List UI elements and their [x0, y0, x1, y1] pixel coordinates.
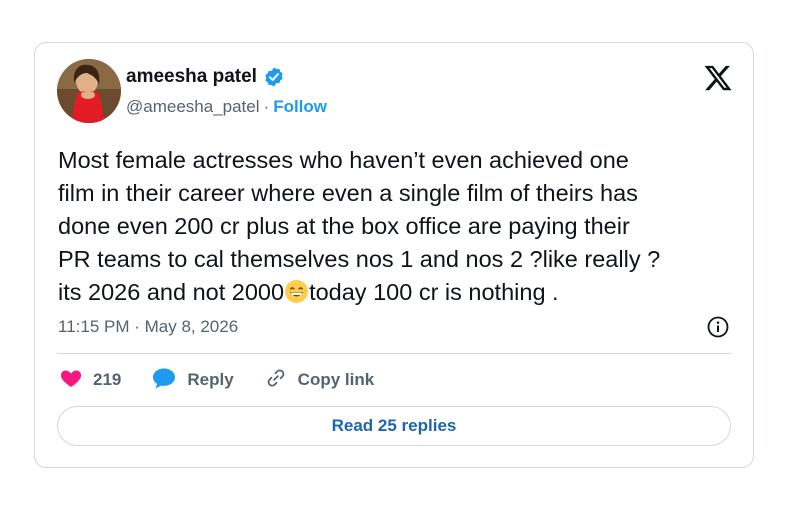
tweet-timestamp[interactable]: 11:15 PM · May 8, 2026	[58, 316, 238, 338]
info-icon[interactable]	[706, 315, 730, 339]
like-button[interactable]: 219	[59, 366, 121, 395]
likes-count: 219	[93, 370, 122, 389]
author-handle-row: @ameesha_patel · Follow	[126, 96, 327, 118]
copy-link-button[interactable]: Copy link	[264, 366, 375, 395]
x-logo-icon[interactable]	[703, 63, 733, 93]
reply-label: Reply	[187, 370, 234, 389]
avatar-photo-icon	[57, 59, 121, 123]
copy-link-label: Copy link	[297, 370, 375, 389]
divider	[57, 353, 731, 354]
read-replies-button[interactable]: Read 25 replies	[57, 406, 731, 446]
tweet-text-end: today 100 cr is nothing .	[309, 279, 559, 305]
verified-badge-icon	[263, 66, 285, 88]
author-handle[interactable]: @ameesha_patel	[126, 96, 260, 118]
author-name-row: ameesha patel	[126, 66, 285, 88]
separator-dot: ·	[263, 97, 270, 116]
tweet-text: Most female actresses who haven’t even a…	[58, 144, 738, 309]
heart-icon	[59, 366, 83, 395]
avatar[interactable]	[57, 59, 121, 123]
reply-bubble-icon	[151, 366, 177, 395]
reply-button[interactable]: Reply	[151, 366, 234, 395]
tweet-card: ameesha patel @ameesha_patel · Follow Mo…	[34, 42, 754, 468]
follow-button[interactable]: Follow	[273, 96, 327, 118]
grinning-face-emoji-icon	[284, 279, 309, 304]
tweet-actions: 219 Reply Copy link	[59, 366, 404, 394]
author-name[interactable]: ameesha patel	[126, 66, 257, 88]
link-icon	[264, 366, 288, 395]
